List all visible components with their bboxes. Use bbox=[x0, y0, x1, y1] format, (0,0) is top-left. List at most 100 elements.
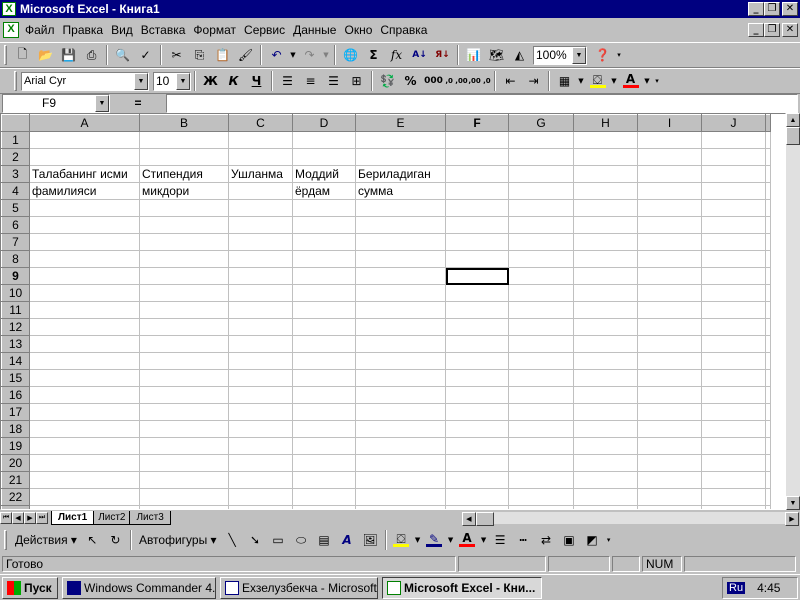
cell-h6[interactable] bbox=[573, 216, 638, 234]
actions-menu[interactable]: Действия ▾ bbox=[11, 533, 81, 547]
next-sheet-icon[interactable]: ▶ bbox=[24, 512, 36, 524]
cell-b6[interactable] bbox=[139, 216, 229, 234]
column-header[interactable] bbox=[765, 114, 771, 132]
cell-g11[interactable] bbox=[508, 301, 574, 319]
cell-j19[interactable] bbox=[701, 437, 766, 455]
cell-a7[interactable] bbox=[29, 233, 140, 251]
wordart-icon[interactable]: A bbox=[336, 529, 359, 551]
cell-i17[interactable] bbox=[637, 403, 702, 421]
cell-a8[interactable] bbox=[29, 250, 140, 268]
cell-c16[interactable] bbox=[228, 386, 293, 404]
menu-item[interactable]: Данные bbox=[289, 23, 340, 37]
cell-a3[interactable]: Талабанинг исми bbox=[29, 165, 140, 183]
cell-i7[interactable] bbox=[637, 233, 702, 251]
cell-b5[interactable] bbox=[139, 199, 229, 217]
cell-e22[interactable] bbox=[355, 488, 446, 506]
cell-j21[interactable] bbox=[701, 471, 766, 489]
borders-icon[interactable]: ▦ bbox=[553, 70, 576, 92]
cell-d12[interactable] bbox=[292, 318, 356, 336]
help-icon[interactable]: ❓ bbox=[591, 44, 614, 66]
taskbar-button[interactable]: Ехзелузбекча - Microsoft ... bbox=[220, 576, 378, 599]
column-header[interactable]: C bbox=[228, 114, 293, 132]
grid-cell[interactable] bbox=[765, 488, 771, 506]
cell-d13[interactable] bbox=[292, 335, 356, 353]
cell-h12[interactable] bbox=[573, 318, 638, 336]
cell-i10[interactable] bbox=[637, 284, 702, 302]
row-header[interactable]: 17 bbox=[1, 403, 30, 421]
cell-j4[interactable] bbox=[701, 182, 766, 200]
cell-e15[interactable] bbox=[355, 369, 446, 387]
minimize-button[interactable]: _ bbox=[748, 2, 764, 16]
cell-f11[interactable] bbox=[445, 301, 509, 319]
cell-f18[interactable] bbox=[445, 420, 509, 438]
grid-cell[interactable] bbox=[765, 216, 771, 234]
sort-ascending-icon[interactable]: A↓ bbox=[408, 44, 431, 66]
cell-c15[interactable] bbox=[228, 369, 293, 387]
cell-j2[interactable] bbox=[701, 148, 766, 166]
cell-f10[interactable] bbox=[445, 284, 509, 302]
cell-a4[interactable]: фамилияси bbox=[29, 182, 140, 200]
cell-h9[interactable] bbox=[573, 267, 638, 285]
cell-d2[interactable] bbox=[292, 148, 356, 166]
cell-c17[interactable] bbox=[228, 403, 293, 421]
toolbar-more-icon[interactable]: ▾ bbox=[614, 44, 624, 66]
cell-i21[interactable] bbox=[637, 471, 702, 489]
cell-i14[interactable] bbox=[637, 352, 702, 370]
cell-h1[interactable] bbox=[573, 131, 638, 149]
row-header[interactable]: 7 bbox=[1, 233, 30, 251]
prev-sheet-icon[interactable]: ◀ bbox=[12, 512, 24, 524]
cell-g13[interactable] bbox=[508, 335, 574, 353]
cell-c13[interactable] bbox=[228, 335, 293, 353]
doc-restore-button[interactable]: ❐ bbox=[764, 23, 780, 37]
cell-h3[interactable] bbox=[573, 165, 638, 183]
underline-button[interactable]: Ч bbox=[245, 70, 268, 92]
row-header[interactable]: 11 bbox=[1, 301, 30, 319]
cell-g4[interactable] bbox=[508, 182, 574, 200]
grid-cell[interactable] bbox=[765, 471, 771, 489]
cell-g22[interactable] bbox=[508, 488, 574, 506]
cell-j10[interactable] bbox=[701, 284, 766, 302]
menu-item[interactable]: Формат bbox=[189, 23, 240, 37]
cell-f20[interactable] bbox=[445, 454, 509, 472]
open-icon[interactable]: 📂 bbox=[34, 44, 57, 66]
cell-g6[interactable] bbox=[508, 216, 574, 234]
cell-d18[interactable] bbox=[292, 420, 356, 438]
row-header[interactable]: 12 bbox=[1, 318, 30, 336]
cell-e14[interactable] bbox=[355, 352, 446, 370]
arrow-icon[interactable]: ➘ bbox=[244, 529, 267, 551]
cell-f5[interactable] bbox=[445, 199, 509, 217]
grid-cell[interactable] bbox=[765, 148, 771, 166]
cell-b8[interactable] bbox=[139, 250, 229, 268]
menu-item[interactable]: Файл bbox=[21, 23, 59, 37]
cell-j15[interactable] bbox=[701, 369, 766, 387]
bold-button[interactable]: Ж bbox=[199, 70, 222, 92]
cell-a2[interactable] bbox=[29, 148, 140, 166]
cell-h8[interactable] bbox=[573, 250, 638, 268]
cell-i1[interactable] bbox=[637, 131, 702, 149]
grid-cell[interactable] bbox=[765, 318, 771, 336]
cell-b12[interactable] bbox=[139, 318, 229, 336]
cell-a19[interactable] bbox=[29, 437, 140, 455]
menu-item[interactable]: Сервис bbox=[240, 23, 289, 37]
undo-dropdown-icon[interactable]: ▼ bbox=[288, 44, 298, 66]
hscroll-thumb[interactable] bbox=[475, 512, 494, 526]
cell-f8[interactable] bbox=[445, 250, 509, 268]
column-header[interactable]: D bbox=[292, 114, 356, 132]
name-box[interactable]: F9 ▼ bbox=[2, 93, 110, 113]
shadow-icon[interactable]: ▣ bbox=[558, 529, 581, 551]
cell-f3[interactable] bbox=[445, 165, 509, 183]
fill-dropdown-icon[interactable]: ▼ bbox=[609, 70, 619, 92]
cell-d22[interactable] bbox=[292, 488, 356, 506]
grid-cell[interactable] bbox=[765, 250, 771, 268]
cell-j22[interactable] bbox=[701, 488, 766, 506]
cell-b22[interactable] bbox=[139, 488, 229, 506]
last-sheet-icon[interactable]: ⏭ bbox=[36, 512, 48, 524]
cell-b13[interactable] bbox=[139, 335, 229, 353]
cell-i3[interactable] bbox=[637, 165, 702, 183]
restore-button[interactable]: ❐ bbox=[764, 2, 780, 16]
cell-e6[interactable] bbox=[355, 216, 446, 234]
toolbar-grip[interactable] bbox=[4, 530, 7, 550]
row-header[interactable]: 3 bbox=[1, 165, 30, 183]
cell-i8[interactable] bbox=[637, 250, 702, 268]
cell-a15[interactable] bbox=[29, 369, 140, 387]
